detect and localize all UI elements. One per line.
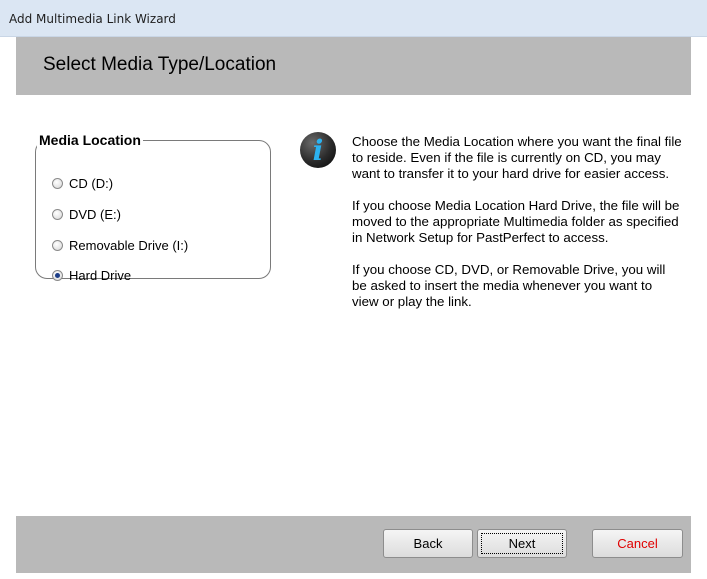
footer-band: Back Next Cancel: [16, 516, 691, 573]
radio-hard-drive-label: Hard Drive: [69, 268, 132, 283]
wizard-window: Add Multimedia Link Wizard Select Media …: [0, 0, 707, 579]
radio-removable-drive[interactable]: Removable Drive (I:): [52, 238, 188, 253]
info-paragraph: If you choose Media Location Hard Drive,…: [352, 198, 680, 245]
info-paragraph: If you choose CD, DVD, or Removable Driv…: [352, 262, 666, 309]
header-band: Select Media Type/Location: [16, 37, 691, 95]
content-area: Media Location CD (D:) DVD (E:) Removabl…: [16, 95, 691, 516]
radio-cd-button[interactable]: [52, 178, 63, 189]
media-location-legend: Media Location: [39, 132, 141, 148]
info-text: Choose the Media Location where you want…: [352, 134, 682, 326]
radio-cd-label: CD (D:): [69, 176, 114, 191]
next-button-label: Next: [481, 533, 563, 554]
info-paragraph: Choose the Media Location where you want…: [352, 134, 682, 181]
radio-dvd-label: DVD (E:): [69, 207, 121, 222]
radio-hard-drive-button[interactable]: [52, 270, 63, 281]
radio-hard-drive[interactable]: Hard Drive: [52, 268, 131, 283]
back-button[interactable]: Back: [383, 529, 473, 558]
title-bar: Add Multimedia Link Wizard: [0, 0, 707, 37]
info-icon: i: [300, 132, 336, 168]
media-location-group: Media Location CD (D:) DVD (E:) Removabl…: [35, 132, 271, 283]
radio-dvd-button[interactable]: [52, 209, 63, 220]
window-title: Add Multimedia Link Wizard: [9, 12, 176, 26]
next-button[interactable]: Next: [477, 529, 567, 558]
radio-removable-drive-label: Removable Drive (I:): [69, 238, 189, 253]
radio-dvd[interactable]: DVD (E:): [52, 207, 121, 222]
radio-removable-drive-button[interactable]: [52, 240, 63, 251]
radio-cd[interactable]: CD (D:): [52, 176, 113, 191]
page-title: Select Media Type/Location: [43, 54, 277, 75]
cancel-button[interactable]: Cancel: [592, 529, 683, 558]
